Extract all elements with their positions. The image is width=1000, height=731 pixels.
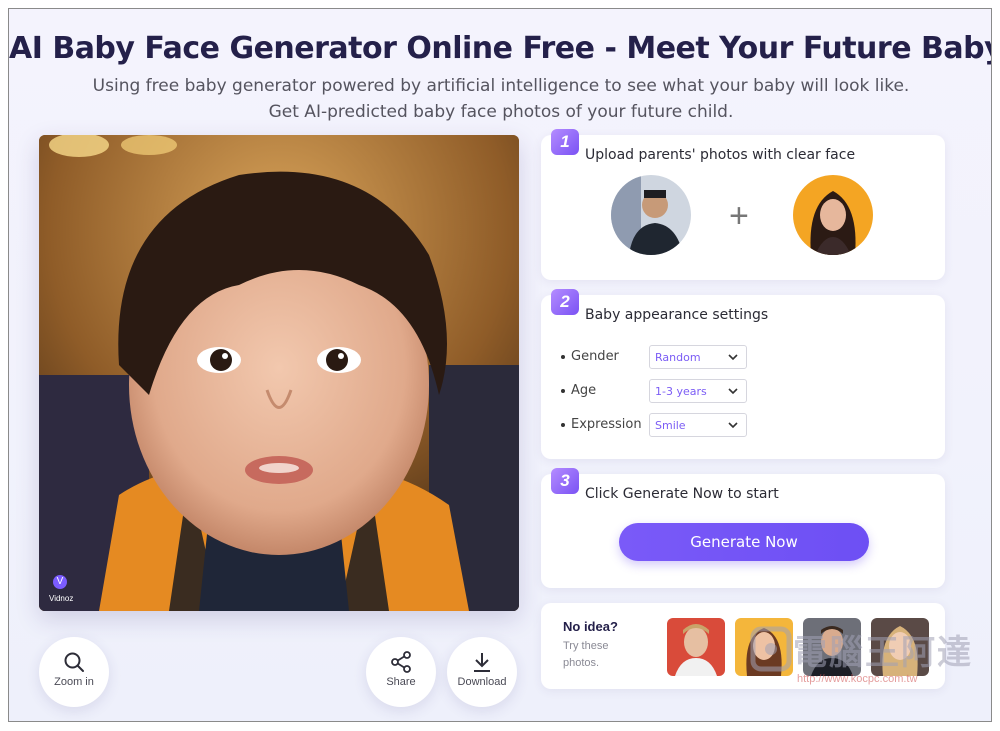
step3-card: 3 Click Generate Now to start Generate N… xyxy=(541,468,945,588)
sample-face-4-icon xyxy=(871,618,929,676)
chevron-down-icon xyxy=(728,354,738,361)
suggestions-card: No idea? Try these photos. xyxy=(541,603,945,689)
step1-card: 1 Upload parents' photos with clear face… xyxy=(541,129,945,280)
page-frame: AI Baby Face Generator Online Free - Mee… xyxy=(8,8,992,722)
expression-setting: Expression Smile xyxy=(561,413,761,437)
age-label: Age xyxy=(571,383,597,398)
download-label: Download xyxy=(457,676,507,688)
page-subtitle: Using free baby generator powered by art… xyxy=(9,73,991,125)
bullet-icon xyxy=(561,355,565,359)
gender-setting: Gender Random xyxy=(561,345,761,369)
sample-photo-2[interactable] xyxy=(735,618,793,676)
generate-now-button[interactable]: Generate Now xyxy=(619,523,869,561)
chevron-down-icon xyxy=(728,388,738,395)
download-button[interactable]: Download xyxy=(447,637,517,707)
download-icon xyxy=(474,653,490,672)
step3-title: Click Generate Now to start xyxy=(585,486,779,502)
gender-label: Gender xyxy=(571,349,619,364)
share-button[interactable]: Share xyxy=(366,637,436,707)
mother-avatar-icon xyxy=(793,175,873,255)
plus-icon: + xyxy=(729,197,749,235)
preview-watermark: Vidnoz xyxy=(49,594,74,603)
age-value: 1-3 years xyxy=(655,385,707,398)
share-label: Share xyxy=(386,676,416,688)
zoom-in-label: Zoom in xyxy=(54,676,94,688)
expression-value: Smile xyxy=(655,419,686,432)
sample-face-1-icon xyxy=(667,618,725,676)
share-icon xyxy=(391,651,411,673)
sample-photo-4[interactable] xyxy=(871,618,929,676)
age-select[interactable]: 1-3 years xyxy=(649,379,747,403)
bullet-icon xyxy=(561,389,565,393)
page-title: AI Baby Face Generator Online Free - Mee… xyxy=(9,31,992,66)
gender-value: Random xyxy=(655,351,701,364)
no-idea-title: No idea? xyxy=(563,619,618,634)
search-icon xyxy=(64,652,84,672)
no-idea-subtitle: Try these photos. xyxy=(563,640,609,669)
father-photo-upload[interactable] xyxy=(611,175,691,255)
step2-badge: 2 xyxy=(551,289,579,315)
expression-label: Expression xyxy=(571,417,642,432)
step2-card: 2 Baby appearance settings Gender Random… xyxy=(541,289,945,459)
sample-face-2-icon xyxy=(735,618,793,676)
expression-select[interactable]: Smile xyxy=(649,413,747,437)
step3-badge: 3 xyxy=(551,468,579,494)
step2-title: Baby appearance settings xyxy=(585,307,769,323)
sample-face-3-icon xyxy=(803,618,861,676)
sample-photo-3[interactable] xyxy=(803,618,861,676)
subtitle-line-1: Using free baby generator powered by art… xyxy=(92,76,910,96)
mother-photo-upload[interactable] xyxy=(793,175,873,255)
step1-badge: 1 xyxy=(551,129,579,155)
baby-result-image: V Vidnoz xyxy=(39,135,519,611)
step1-title: Upload parents' photos with clear face xyxy=(585,147,856,163)
baby-portrait-illustration xyxy=(39,135,519,611)
subtitle-line-2: Get AI-predicted baby face photos of you… xyxy=(268,102,734,122)
father-avatar-icon xyxy=(611,175,691,255)
bullet-icon xyxy=(561,423,565,427)
vidnoz-logo-icon: V xyxy=(53,575,67,589)
chevron-down-icon xyxy=(728,422,738,429)
zoom-in-button[interactable]: Zoom in xyxy=(39,637,109,707)
gender-select[interactable]: Random xyxy=(649,345,747,369)
age-setting: Age 1-3 years xyxy=(561,379,761,403)
sample-photo-1[interactable] xyxy=(667,618,725,676)
